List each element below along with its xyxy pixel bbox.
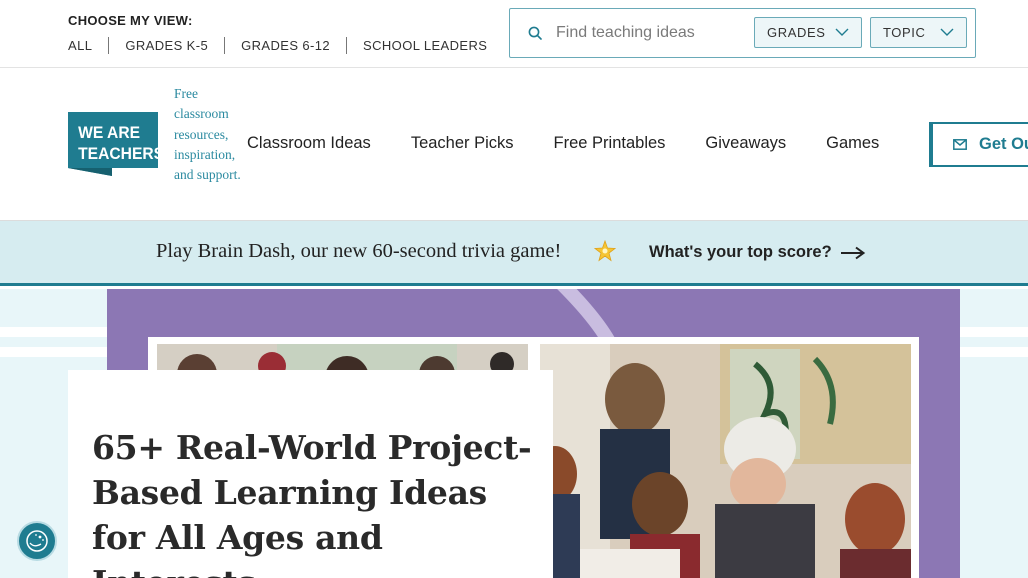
grades-filter-dropdown[interactable]: GRADES <box>754 17 862 48</box>
nav-item-free-printables[interactable]: Free Printables <box>554 134 666 153</box>
topic-filter-dropdown[interactable]: TOPIC <box>870 17 967 48</box>
view-option-grades-6-12[interactable]: GRADES 6-12 <box>241 38 330 53</box>
site-header: WE ARE TEACHERS Free classroom resources… <box>0 68 1028 221</box>
article-title-card: 65+ Real-World Project-Based Learning Id… <box>68 370 553 578</box>
view-option-school-leaders[interactable]: SCHOOL LEADERS <box>363 38 487 53</box>
arrow-right-icon <box>840 246 865 259</box>
main-nav: Classroom Ideas Teacher Picks Free Print… <box>247 134 919 153</box>
chevron-down-icon <box>940 28 954 36</box>
search-box: GRADES TOPIC <box>509 8 976 58</box>
view-option-grades-k-5[interactable]: GRADES K-5 <box>125 38 208 53</box>
site-tagline: Free classroom resources, inspiration, a… <box>174 86 241 183</box>
top-score-link-label: What's your top score? <box>649 243 832 261</box>
topic-filter-label: TOPIC <box>883 25 926 40</box>
divider <box>108 37 110 54</box>
accessibility-icon <box>26 530 48 552</box>
view-option-all[interactable]: ALL <box>68 38 92 53</box>
accessibility-button[interactable] <box>17 521 57 561</box>
article-hero: 65+ Real-World Project-Based Learning Id… <box>0 289 1028 578</box>
promo-banner: Play Brain Dash, our new 60-second trivi… <box>0 221 1028 286</box>
search-icon[interactable] <box>528 26 542 40</box>
envelope-icon <box>953 139 967 150</box>
nav-item-classroom-ideas[interactable]: Classroom Ideas <box>247 134 371 153</box>
nav-item-teacher-picks[interactable]: Teacher Picks <box>411 134 514 153</box>
nav-item-giveaways[interactable]: Giveaways <box>705 134 786 153</box>
chevron-down-icon <box>835 28 849 36</box>
search-input[interactable] <box>556 19 752 47</box>
logo-text-teachers: TEACHERS <box>78 144 158 163</box>
top-score-link[interactable]: What's your top score? <box>649 243 866 262</box>
view-selector: ALL GRADES K-5 GRADES 6-12 SCHOOL LEADER… <box>68 37 487 54</box>
divider <box>346 37 348 54</box>
view-selector-label: CHOOSE MY VIEW: <box>68 13 193 28</box>
decorative-stripe <box>0 347 107 357</box>
newsletter-signup-label: Get Our <box>979 135 1028 153</box>
article-title: 65+ Real-World Project-Based Learning Id… <box>92 428 532 578</box>
newsletter-signup-button[interactable]: Get Our <box>929 122 1028 167</box>
logo-text-we-are: WE ARE <box>78 123 140 142</box>
sparkle-star-icon <box>594 240 616 262</box>
promo-banner-text: Play Brain Dash, our new 60-second trivi… <box>156 240 562 262</box>
divider <box>224 37 226 54</box>
grades-filter-label: GRADES <box>767 25 826 40</box>
decorative-stripe <box>0 327 107 337</box>
we-are-teachers-logo[interactable]: WE ARE TEACHERS <box>68 112 158 176</box>
decorative-stripe <box>960 347 1028 357</box>
nav-item-games[interactable]: Games <box>826 134 879 153</box>
decorative-stripe <box>960 327 1028 337</box>
utility-bar: CHOOSE MY VIEW: ALL GRADES K-5 GRADES 6-… <box>0 0 1028 68</box>
classroom-photo-right <box>540 344 911 578</box>
